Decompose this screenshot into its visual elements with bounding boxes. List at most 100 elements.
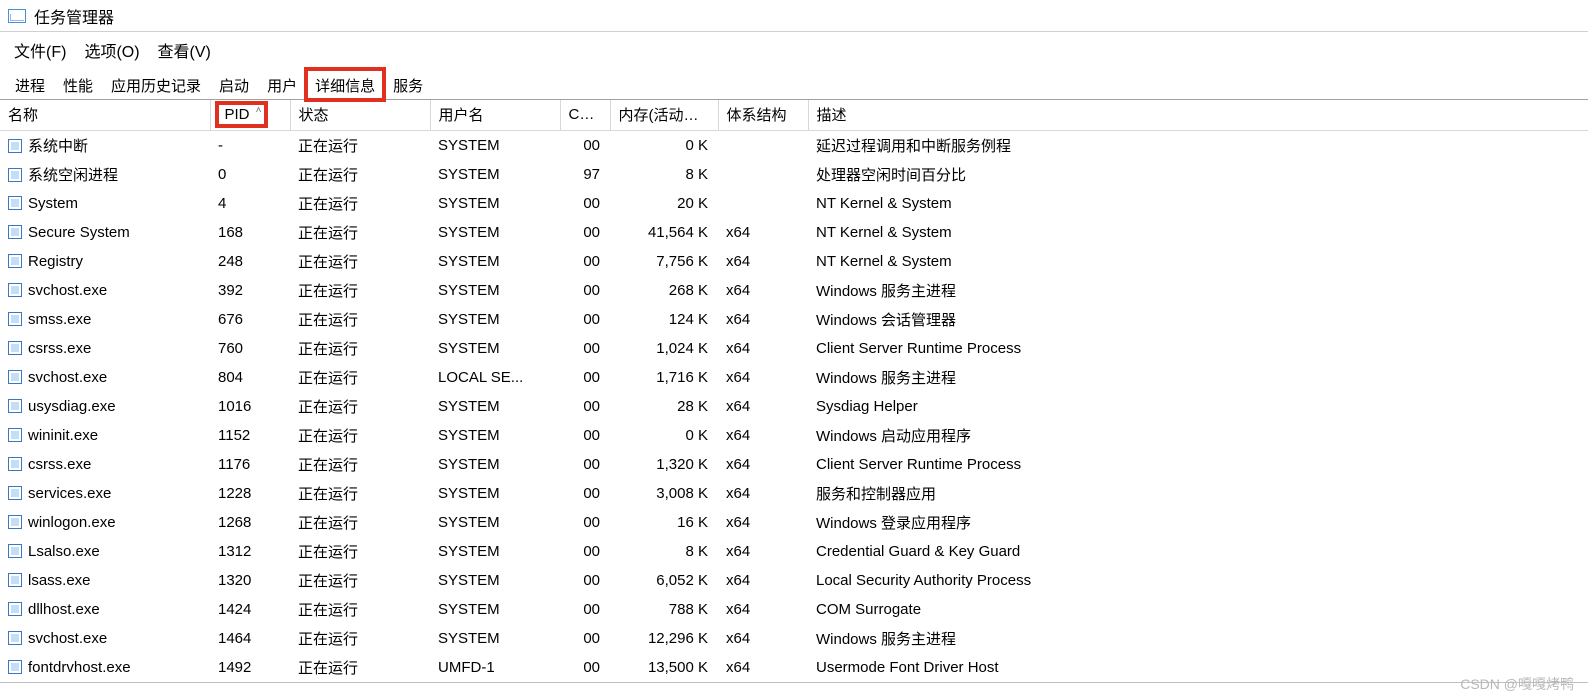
- table-row[interactable]: 系统空闲进程0正在运行SYSTEM978 K处理器空闲时间百分比: [0, 160, 1588, 189]
- cell-user: SYSTEM: [430, 276, 560, 305]
- cell-user: UMFD-1: [430, 653, 560, 682]
- col-header-cpu[interactable]: CPU: [560, 100, 610, 130]
- cell-name: services.exe: [0, 479, 210, 508]
- cell-name-text: lsass.exe: [28, 572, 91, 589]
- col-header-user[interactable]: 用户名: [430, 100, 560, 130]
- tab-services[interactable]: 服务: [384, 69, 432, 100]
- col-header-user-label: 用户名: [439, 107, 484, 124]
- cell-mem: 16 K: [610, 508, 718, 537]
- cell-user: SYSTEM: [430, 305, 560, 334]
- cell-cpu: 00: [560, 130, 610, 160]
- cell-name-text: services.exe: [28, 485, 111, 502]
- cell-arch: x64: [718, 624, 808, 653]
- table-row[interactable]: Secure System168正在运行SYSTEM0041,564 Kx64N…: [0, 218, 1588, 247]
- table-row[interactable]: csrss.exe760正在运行SYSTEM001,024 Kx64Client…: [0, 334, 1588, 363]
- cell-cpu: 00: [560, 566, 610, 595]
- cell-user: SYSTEM: [430, 479, 560, 508]
- cell-name-text: Secure System: [28, 224, 130, 241]
- cell-name-text: wininit.exe: [28, 427, 98, 444]
- cell-user: SYSTEM: [430, 537, 560, 566]
- menu-file[interactable]: 文件(F): [14, 38, 66, 62]
- cell-arch: x64: [718, 305, 808, 334]
- cell-cpu: 00: [560, 218, 610, 247]
- col-header-state[interactable]: 状态: [290, 100, 430, 130]
- table-row[interactable]: svchost.exe1464正在运行SYSTEM0012,296 Kx64Wi…: [0, 624, 1588, 653]
- cell-name: svchost.exe: [0, 363, 210, 392]
- tab-processes[interactable]: 进程: [6, 69, 54, 100]
- col-header-pid-label: PID: [225, 106, 250, 123]
- col-header-arch[interactable]: 体系结构: [718, 100, 808, 130]
- cell-pid: 1492: [210, 653, 290, 682]
- cell-mem: 28 K: [610, 392, 718, 421]
- tab-app-history[interactable]: 应用历史记录: [102, 69, 210, 100]
- col-header-state-label: 状态: [299, 107, 329, 124]
- cell-state: 正在运行: [290, 537, 430, 566]
- cell-cpu: 00: [560, 421, 610, 450]
- tab-details[interactable]: 详细信息: [306, 69, 384, 100]
- cell-state: 正在运行: [290, 653, 430, 682]
- cell-state: 正在运行: [290, 508, 430, 537]
- cell-name-text: svchost.exe: [28, 282, 107, 299]
- cell-desc: COM Surrogate: [808, 595, 1588, 624]
- table-row[interactable]: winlogon.exe1268正在运行SYSTEM0016 Kx64Windo…: [0, 508, 1588, 537]
- process-icon: [8, 139, 22, 153]
- process-icon: [8, 457, 22, 471]
- cell-pid: 248: [210, 247, 290, 276]
- cell-user: SYSTEM: [430, 247, 560, 276]
- cell-state: 正在运行: [290, 276, 430, 305]
- cell-arch: x64: [718, 247, 808, 276]
- col-header-mem[interactable]: 内存(活动的...: [610, 100, 718, 130]
- table-row[interactable]: lsass.exe1320正在运行SYSTEM006,052 Kx64Local…: [0, 566, 1588, 595]
- cell-arch: x64: [718, 276, 808, 305]
- cell-desc: Windows 服务主进程: [808, 363, 1588, 392]
- col-header-pid[interactable]: PID ˄: [210, 100, 290, 130]
- table-row[interactable]: wininit.exe1152正在运行SYSTEM000 Kx64Windows…: [0, 421, 1588, 450]
- table-row[interactable]: smss.exe676正在运行SYSTEM00124 Kx64Windows 会…: [0, 305, 1588, 334]
- tab-users[interactable]: 用户: [258, 69, 306, 100]
- table-row[interactable]: 系统中断-正在运行SYSTEM000 K延迟过程调用和中断服务例程: [0, 130, 1588, 160]
- table-row[interactable]: fontdrvhost.exe1492正在运行UMFD-10013,500 Kx…: [0, 653, 1588, 682]
- cell-mem: 3,008 K: [610, 479, 718, 508]
- cell-desc: Windows 启动应用程序: [808, 421, 1588, 450]
- process-icon: [8, 254, 22, 268]
- table-row[interactable]: dllhost.exe1424正在运行SYSTEM00788 Kx64COM S…: [0, 595, 1588, 624]
- tab-startup[interactable]: 启动: [210, 69, 258, 100]
- cell-pid: 1320: [210, 566, 290, 595]
- col-header-mem-label: 内存(活动的...: [619, 107, 712, 124]
- cell-cpu: 00: [560, 624, 610, 653]
- cell-pid: 392: [210, 276, 290, 305]
- table-row[interactable]: System4正在运行SYSTEM0020 KNT Kernel & Syste…: [0, 189, 1588, 218]
- table-row[interactable]: Registry248正在运行SYSTEM007,756 Kx64NT Kern…: [0, 247, 1588, 276]
- cell-mem: 8 K: [610, 537, 718, 566]
- cell-state: 正在运行: [290, 624, 430, 653]
- table-row[interactable]: Lsalso.exe1312正在运行SYSTEM008 Kx64Credenti…: [0, 537, 1588, 566]
- tab-performance[interactable]: 性能: [54, 69, 102, 100]
- cell-arch: x64: [718, 508, 808, 537]
- menu-options[interactable]: 选项(O): [84, 38, 139, 62]
- cell-arch: x64: [718, 450, 808, 479]
- cell-desc: Local Security Authority Process: [808, 566, 1588, 595]
- table-row[interactable]: usysdiag.exe1016正在运行SYSTEM0028 Kx64Sysdi…: [0, 392, 1588, 421]
- cell-name: lsass.exe: [0, 566, 210, 595]
- cell-name: 系统空闲进程: [0, 160, 210, 189]
- menu-view[interactable]: 查看(V): [158, 38, 211, 62]
- cell-name-text: dllhost.exe: [28, 601, 100, 618]
- cell-name-text: System: [28, 195, 78, 212]
- cell-cpu: 00: [560, 276, 610, 305]
- col-header-desc[interactable]: 描述: [808, 100, 1588, 130]
- table-row[interactable]: svchost.exe804正在运行LOCAL SE...001,716 Kx6…: [0, 363, 1588, 392]
- table-row[interactable]: csrss.exe1176正在运行SYSTEM001,320 Kx64Clien…: [0, 450, 1588, 479]
- table-row[interactable]: services.exe1228正在运行SYSTEM003,008 Kx64服务…: [0, 479, 1588, 508]
- process-icon: [8, 631, 22, 645]
- cell-cpu: 00: [560, 363, 610, 392]
- table-row[interactable]: svchost.exe392正在运行SYSTEM00268 Kx64Window…: [0, 276, 1588, 305]
- cell-arch: x64: [718, 479, 808, 508]
- cell-name-text: svchost.exe: [28, 369, 107, 386]
- cell-mem: 20 K: [610, 189, 718, 218]
- cell-state: 正在运行: [290, 247, 430, 276]
- process-icon: [8, 370, 22, 384]
- col-header-name[interactable]: 名称: [0, 100, 210, 130]
- cell-name: svchost.exe: [0, 276, 210, 305]
- cell-user: SYSTEM: [430, 624, 560, 653]
- cell-name-text: usysdiag.exe: [28, 398, 116, 415]
